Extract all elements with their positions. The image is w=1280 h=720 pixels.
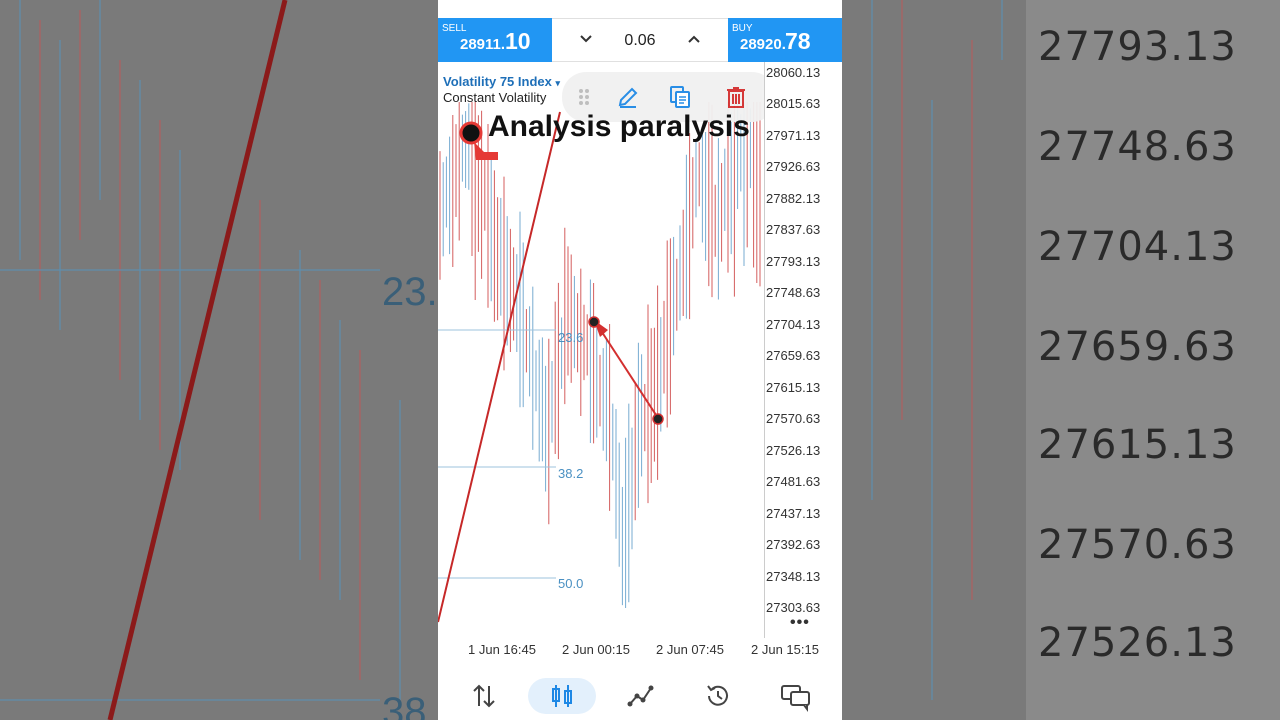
background-price-label: 27659.63 (1038, 324, 1237, 370)
chart-area[interactable]: 23.6 38.2 50.0 Volatility 75 Index ▾ Con… (438, 62, 842, 638)
price-label: 27926.63 (766, 159, 821, 174)
indicators-icon[interactable] (620, 678, 660, 714)
sell-label: SELL (442, 23, 467, 34)
price-label: 27392.63 (766, 537, 821, 552)
time-label: 2 Jun 07:45 (656, 642, 724, 657)
price-label: 28015.63 (766, 96, 821, 111)
price-label: 27748.63 (766, 285, 821, 300)
volume-stepper: 0.06 (552, 18, 728, 62)
sell-price-big: 10 (505, 28, 531, 54)
candles-icon (552, 685, 572, 707)
symbol-selector[interactable]: Volatility 75 Index ▾ (443, 74, 560, 89)
bottom-navigation (438, 672, 842, 720)
buy-label: BUY (732, 23, 753, 34)
chevron-up-icon[interactable] (684, 29, 704, 49)
background-right-axis: 27793.13 27748.63 27704.13 27659.63 2761… (842, 0, 1280, 720)
sell-button[interactable]: SELL 28911. 10 (438, 18, 552, 62)
price-label: 27837.63 (766, 222, 821, 237)
fib-label: 50.0 (558, 576, 584, 591)
one-click-trade-bar: SELL 28911. 10 0.06 BUY 28920. 78 (438, 18, 842, 62)
price-label: 27303.63 (766, 600, 821, 615)
trash-icon[interactable] (724, 85, 748, 109)
background-price-label: 27570.63 (1038, 522, 1237, 568)
overlay-caption: Analysis paralysis (488, 110, 750, 143)
price-label: 27704.13 (766, 317, 821, 332)
time-label: 1 Jun 16:45 (468, 642, 536, 657)
copy-icon[interactable] (668, 85, 692, 109)
buy-price-big: 78 (785, 28, 811, 54)
history-icon[interactable] (698, 678, 738, 714)
price-label: 27481.63 (766, 474, 821, 489)
symbol-description: Constant Volatility (443, 90, 547, 105)
background-price-label: 27526.13 (1038, 620, 1237, 666)
fib-label: 23.6 (558, 330, 584, 345)
nav-item-chart[interactable] (528, 678, 596, 714)
background-price-label: 27704.13 (1038, 224, 1237, 270)
arrow-start-point (588, 316, 600, 328)
buy-price-main: 28920. (740, 36, 786, 53)
drawing-anchor-point (459, 121, 483, 145)
background-left-chart: 23. 38 (0, 0, 438, 720)
price-label: 27437.13 (766, 506, 821, 521)
price-label: 27526.13 (766, 443, 821, 458)
phone-screen: SELL 28911. 10 0.06 BUY 28920. 78 23.6 3… (438, 0, 842, 720)
trade-arrows-icon[interactable] (464, 678, 504, 714)
buy-button[interactable]: BUY 28920. 78 (728, 18, 842, 62)
price-label: 28060.13 (766, 65, 821, 80)
price-label: 27348.13 (766, 569, 821, 584)
symbol-name: Volatility 75 Index (443, 74, 552, 89)
price-label: 27659.63 (766, 348, 821, 363)
anchor-flag (474, 142, 498, 160)
background-left-candles: 23. 38 (0, 0, 438, 720)
background-price-label: 27793.13 (1038, 24, 1237, 70)
arrow-line (597, 325, 659, 419)
background-right-candles (871, 0, 1003, 700)
price-axis[interactable]: 28060.13 28015.63 27971.13 27926.63 2788… (764, 62, 842, 638)
fib-label: 38.2 (558, 466, 584, 481)
price-label: 27570.63 (766, 411, 821, 426)
price-label: 27882.13 (766, 191, 821, 206)
drag-handle-icon[interactable] (572, 85, 596, 109)
candlestick-chart[interactable] (438, 62, 764, 638)
background-price-label: 27748.63 (1038, 124, 1237, 170)
svg-text:38: 38 (382, 690, 427, 720)
background-price-label: 27615.13 (1038, 422, 1237, 468)
price-label: 27615.13 (766, 380, 821, 395)
price-label: 27793.13 (766, 254, 821, 269)
candles-group (439, 102, 761, 609)
edit-pencil-icon[interactable] (616, 85, 640, 109)
symbol-caret-icon: ▾ (555, 78, 561, 88)
sell-price-main: 28911. (460, 36, 506, 53)
price-label: 27971.13 (766, 128, 821, 143)
time-axis: 1 Jun 16:45 2 Jun 00:15 2 Jun 07:45 2 Ju… (438, 638, 842, 660)
time-label: 2 Jun 15:15 (751, 642, 819, 657)
svg-text:23.: 23. (382, 270, 438, 314)
arrow-end-point (652, 413, 664, 425)
messages-icon[interactable] (776, 678, 816, 714)
more-options-icon[interactable]: ••• (790, 614, 810, 632)
time-label: 2 Jun 00:15 (562, 642, 630, 657)
